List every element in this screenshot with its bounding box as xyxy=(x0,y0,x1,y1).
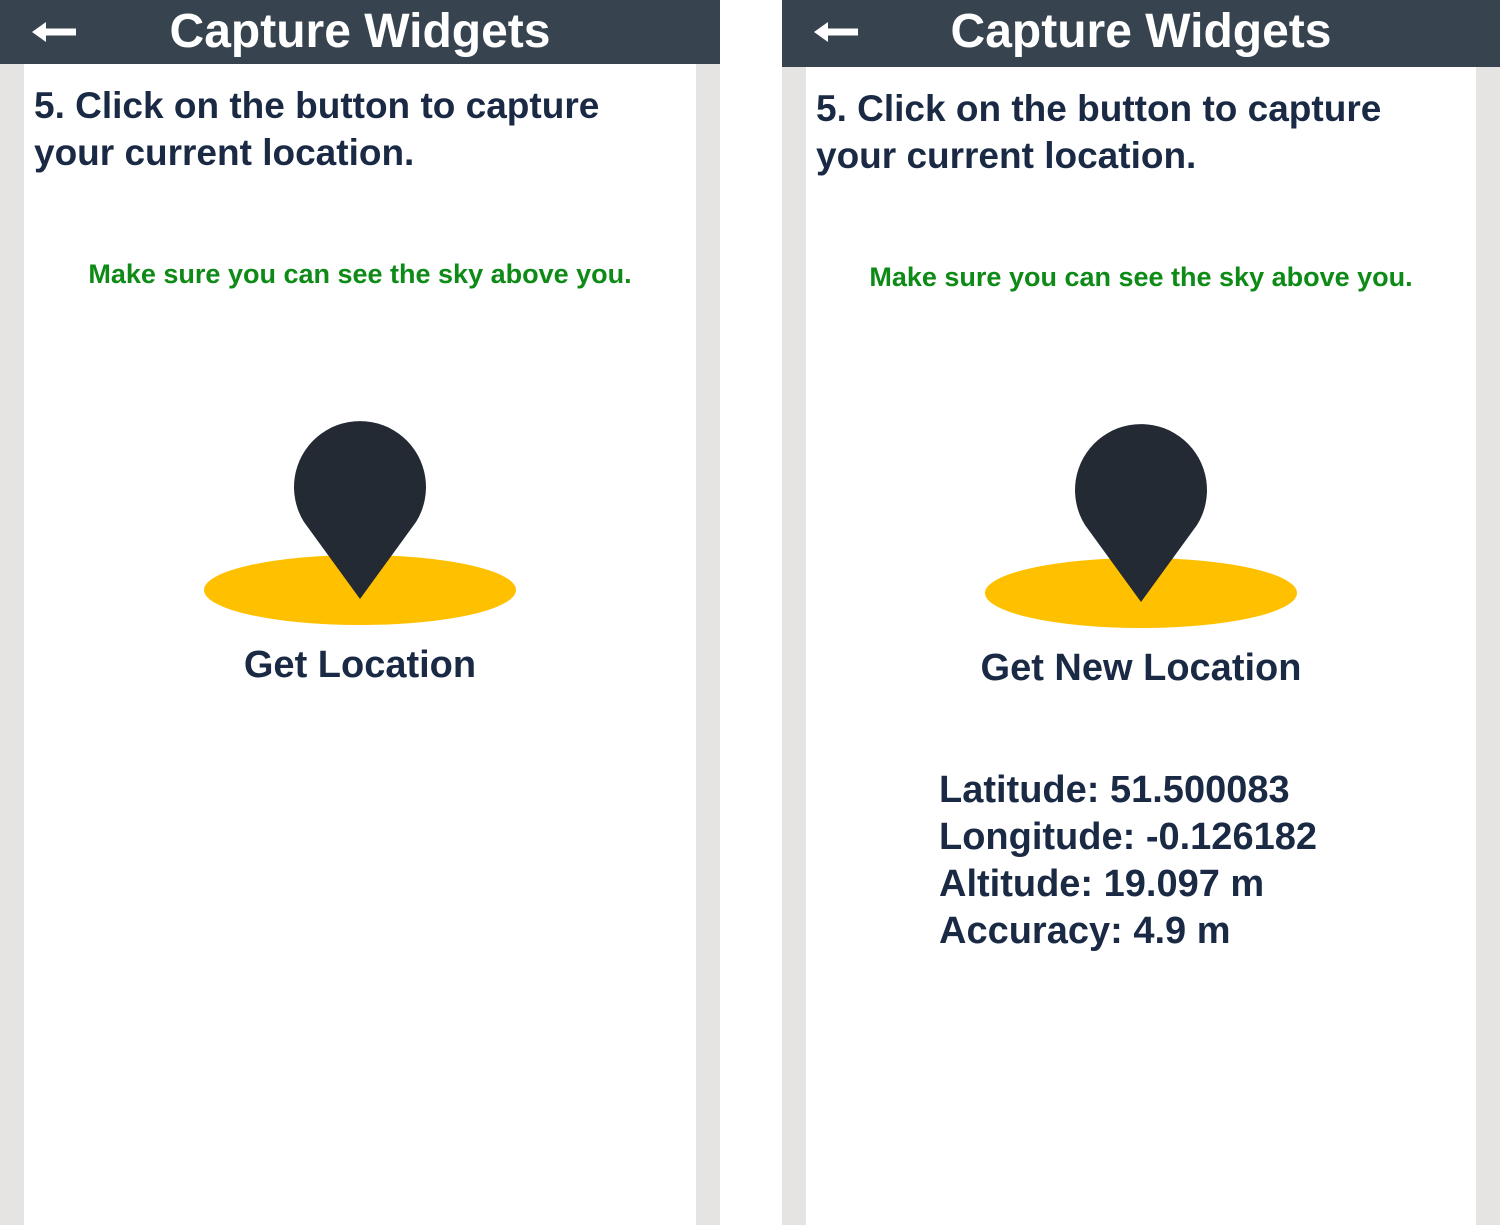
get-location-button[interactable]: Get Location xyxy=(24,394,696,694)
screen-before-capture: Capture Widgets 5. Click on the button t… xyxy=(0,0,720,1225)
page-title: Capture Widgets xyxy=(950,5,1332,58)
hint-text: Make sure you can see the sky above you. xyxy=(869,262,1413,292)
left-gutter xyxy=(782,67,806,1225)
question-text: 5. Click on the button to capture your c… xyxy=(34,85,600,173)
page-title: Capture Widgets xyxy=(169,5,551,58)
app-header: Capture Widgets xyxy=(0,0,720,64)
altitude-value: Altitude: 19.097 m xyxy=(939,863,1265,905)
form-content: 5. Click on the button to capture your c… xyxy=(806,67,1476,1225)
get-new-location-button[interactable]: Get New Location xyxy=(806,397,1476,697)
location-graphic xyxy=(204,421,516,625)
longitude-value: Longitude: -0.126182 xyxy=(939,816,1317,858)
question-text: 5. Click on the button to capture your c… xyxy=(816,88,1382,176)
hint-text: Make sure you can see the sky above you. xyxy=(88,259,632,289)
screen-after-capture: Capture Widgets 5. Click on the button t… xyxy=(782,0,1500,1225)
accuracy-value: Accuracy: 4.9 m xyxy=(939,910,1231,952)
right-gutter xyxy=(1476,67,1500,1225)
app-header: Capture Widgets xyxy=(782,0,1500,67)
latitude-value: Latitude: 51.500083 xyxy=(939,769,1290,811)
location-readout: Latitude: 51.500083 Longitude: -0.126182… xyxy=(939,767,1317,955)
get-new-location-label: Get New Location xyxy=(980,647,1302,689)
form-content: 5. Click on the button to capture your c… xyxy=(24,64,696,1225)
right-gutter xyxy=(696,64,720,1225)
left-gutter xyxy=(0,64,24,1225)
get-location-label: Get Location xyxy=(243,644,477,686)
location-graphic xyxy=(985,424,1297,628)
